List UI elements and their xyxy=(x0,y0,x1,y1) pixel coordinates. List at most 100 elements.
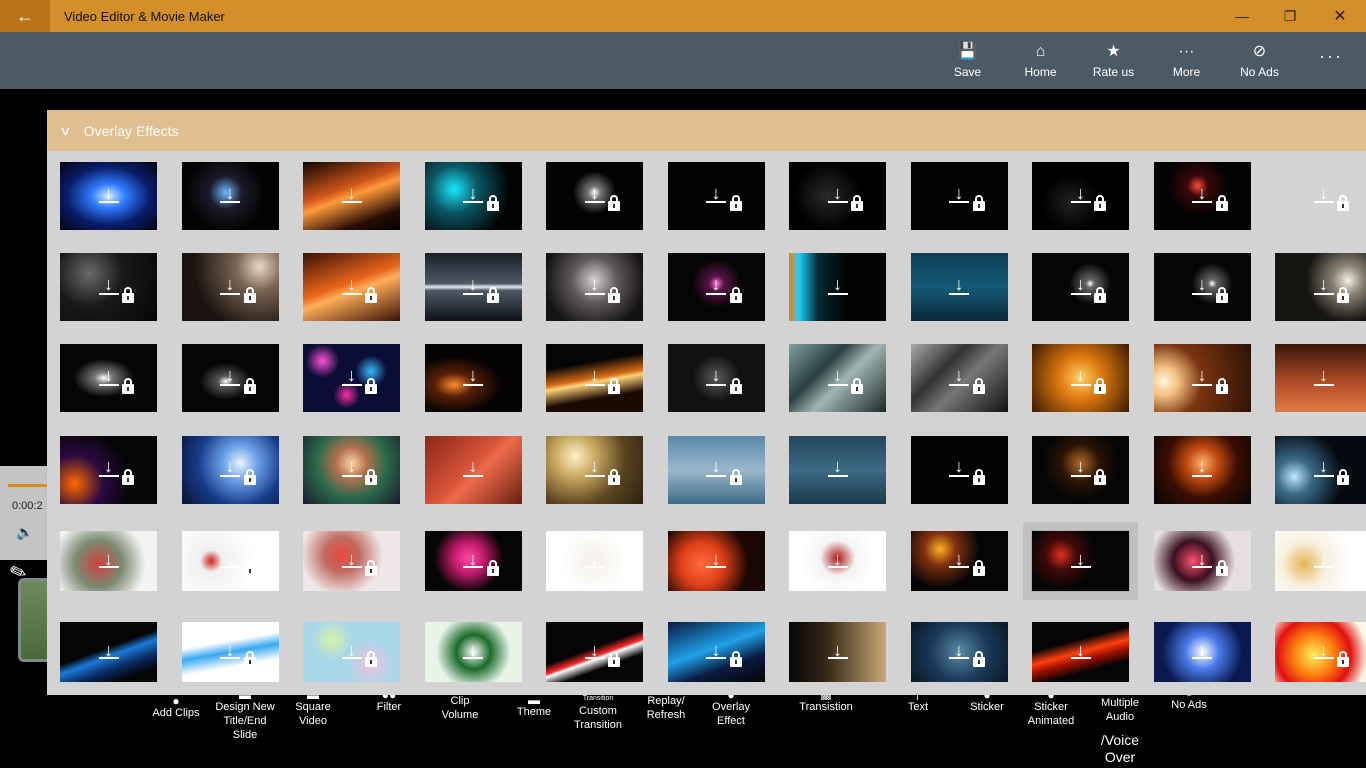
effect-tile[interactable]: ↓ xyxy=(1032,162,1129,230)
effect-tile[interactable]: ↓ xyxy=(1032,435,1129,504)
effect-tile[interactable]: ↓ xyxy=(303,162,400,230)
effect-tile[interactable]: ↓ xyxy=(424,622,522,682)
effect-tile[interactable]: ↓ xyxy=(424,530,522,591)
tool-label: Clip Volume xyxy=(441,695,479,721)
clip-thumbnail[interactable] xyxy=(18,578,48,662)
effect-tile[interactable]: ↓ xyxy=(424,344,522,413)
effect-tile[interactable]: ↓ xyxy=(546,162,643,230)
effect-tile[interactable]: ↓ xyxy=(60,435,157,504)
tool-text[interactable]: │ Text xyxy=(900,692,936,714)
effect-tile[interactable]: ↓ xyxy=(60,622,157,682)
effect-tile[interactable]: ↓ xyxy=(60,162,157,230)
effect-tile[interactable]: ↓ xyxy=(789,622,886,682)
tool-square-video[interactable]: ▬ Square Video xyxy=(288,692,338,728)
effect-tile[interactable]: ↓ xyxy=(910,622,1008,682)
effect-tile[interactable]: ↓ xyxy=(424,253,522,322)
effect-tile[interactable]: ↓ xyxy=(181,435,279,504)
download-icon-base xyxy=(949,292,969,295)
effect-tile[interactable]: ↓ xyxy=(181,162,279,230)
effect-tile[interactable]: ↓ xyxy=(910,344,1008,413)
effect-tile[interactable]: ↓ xyxy=(546,530,643,591)
effect-tile[interactable]: ↓ xyxy=(546,435,643,504)
effect-tile[interactable]: ↓ xyxy=(546,622,643,682)
tool-design-new-title[interactable]: ▬ Design New Title/End Slide xyxy=(212,692,278,742)
tool-custom-transition[interactable]: Transition Custom Transition xyxy=(570,694,626,732)
back-button[interactable]: ← xyxy=(0,0,50,32)
tool-overlay-effect[interactable]: ● Overlay Effect xyxy=(708,692,754,728)
tool-clip-volume[interactable]: Clip Volume xyxy=(436,694,484,722)
tool-filter[interactable]: ●● Filter xyxy=(366,692,412,714)
effect-tile[interactable]: ↓ xyxy=(1153,622,1251,682)
tool-label: /Voice Over xyxy=(1100,732,1140,765)
effect-tile[interactable]: ↓ xyxy=(1031,529,1130,592)
effect-tile[interactable]: ↓ xyxy=(789,344,886,413)
effect-tile[interactable]: ↓ xyxy=(789,162,886,230)
effect-tile[interactable]: ↓ xyxy=(303,530,400,591)
effect-tile[interactable]: ↓ xyxy=(546,344,643,413)
effect-tile[interactable]: ↓ xyxy=(181,530,279,591)
effect-tile[interactable]: ↓ xyxy=(1032,622,1129,682)
effect-tile[interactable]: ↓ xyxy=(667,344,765,413)
tool-replay-refresh[interactable]: Replay/ Refresh xyxy=(640,694,692,722)
tool-transistion[interactable]: ▩ Transistion xyxy=(796,692,856,714)
effect-tile[interactable]: ↓ xyxy=(1275,162,1366,230)
effect-tile[interactable]: ↓ xyxy=(789,435,886,504)
volume-icon[interactable]: 🔈 xyxy=(16,524,33,541)
effect-tile[interactable]: ↓ xyxy=(1275,530,1366,591)
restore-button[interactable]: ❐ xyxy=(1266,0,1314,32)
tool-add-clips[interactable]: ● Add Clips xyxy=(148,698,204,720)
rate-us-button[interactable]: ★ Rate us xyxy=(1077,32,1150,89)
effect-tile[interactable]: ↓ xyxy=(303,344,400,413)
effect-tile[interactable]: ↓ xyxy=(1275,344,1366,413)
effect-tile[interactable]: ↓ xyxy=(1153,435,1251,504)
effect-tile[interactable]: ↓ xyxy=(1153,344,1251,413)
effect-tile[interactable]: ↓ xyxy=(424,435,522,504)
effect-tile[interactable]: ↓ xyxy=(667,622,765,682)
effect-tile[interactable]: ↓ xyxy=(910,253,1008,322)
effect-tile[interactable]: ↓ xyxy=(1275,253,1366,322)
effect-tile[interactable]: ↓ xyxy=(1032,253,1129,322)
effect-tile[interactable]: ↓ xyxy=(303,435,400,504)
overflow-menu-button[interactable]: ··· xyxy=(1296,32,1366,89)
no-ads-button[interactable]: ⊘ No Ads xyxy=(1223,32,1296,89)
close-button[interactable]: ✕ xyxy=(1314,0,1366,32)
effect-tile[interactable]: ↓ xyxy=(1275,622,1366,682)
effect-tile[interactable]: ↓ xyxy=(789,530,886,591)
effect-tile[interactable]: ↓ xyxy=(667,435,765,504)
lock-icon xyxy=(122,286,135,303)
effect-tile[interactable]: ↓ xyxy=(303,253,400,322)
tool-multiple-audio[interactable]: Multiple Audio xyxy=(1094,696,1146,724)
effect-tile[interactable]: ↓ xyxy=(910,530,1008,591)
effect-tile[interactable]: ↓ xyxy=(1275,435,1366,504)
effect-tile[interactable]: ↓ xyxy=(181,622,279,682)
tool-theme[interactable]: ▬ Theme xyxy=(510,697,558,719)
effect-tile[interactable]: ↓ xyxy=(181,253,279,322)
effect-tile[interactable]: ↓ xyxy=(667,530,765,591)
lock-icon xyxy=(608,650,621,667)
effect-tile[interactable]: ↓ xyxy=(910,435,1008,504)
tool-voice-over[interactable]: /Voice Over xyxy=(1094,732,1146,766)
effect-tile[interactable]: ↓ xyxy=(60,530,157,591)
effect-tile[interactable]: ↓ xyxy=(424,162,522,230)
effect-tile[interactable]: ↓ xyxy=(60,253,157,322)
effect-tile[interactable]: ↓ xyxy=(60,344,157,413)
effect-tile[interactable]: ↓ xyxy=(1153,162,1251,230)
effect-tile[interactable]: ↓ xyxy=(181,344,279,413)
tool-sticker[interactable]: ● Sticker xyxy=(966,692,1008,714)
progress-bar[interactable] xyxy=(8,484,48,487)
effect-tile[interactable]: ↓ xyxy=(667,253,765,322)
minimize-button[interactable]: — xyxy=(1218,0,1266,32)
effect-tile[interactable]: ↓ xyxy=(667,162,765,230)
overlay-effects-header[interactable]: ∨ Overlay Effects xyxy=(47,110,1366,151)
tool-sticker-animated[interactable]: ● Sticker Animated xyxy=(1024,692,1078,728)
effect-tile[interactable]: ↓ xyxy=(1153,530,1251,591)
save-button[interactable]: 💾 Save xyxy=(931,32,1004,89)
home-button[interactable]: ⌂ Home xyxy=(1004,32,1077,89)
more-button[interactable]: ··· More xyxy=(1150,32,1223,89)
effect-tile[interactable]: ↓ xyxy=(789,253,886,322)
effect-tile[interactable]: ↓ xyxy=(546,253,643,322)
effect-tile[interactable]: ↓ xyxy=(1153,253,1251,322)
effect-tile[interactable]: ↓ xyxy=(910,162,1008,230)
effect-tile[interactable]: ↓ xyxy=(303,622,400,682)
effect-tile[interactable]: ↓ xyxy=(1032,344,1129,413)
